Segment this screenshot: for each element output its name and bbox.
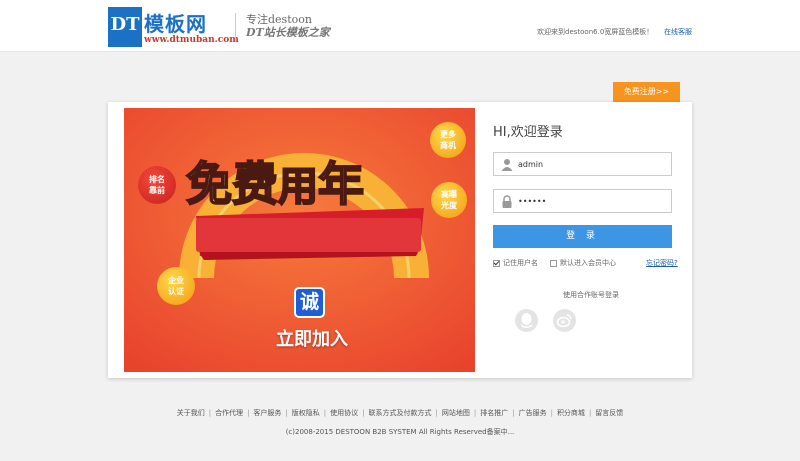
member-center-option[interactable]: 默认进入会员中心	[550, 258, 616, 268]
qq-icon	[521, 313, 532, 328]
bubble-more-business-line-1: 更多	[440, 130, 456, 139]
slogan-line-1: 专注destoon	[246, 13, 312, 26]
weibo-login-button[interactable]	[553, 309, 576, 332]
footer-separator: |	[208, 409, 212, 417]
integrity-badge: 诚	[294, 287, 325, 318]
lock-icon	[502, 195, 512, 208]
forgot-password-link[interactable]: 忘记密码?	[646, 258, 678, 268]
footer-link-feedback[interactable]: 留言反馈	[595, 409, 623, 417]
logo-name: 模板网	[144, 12, 207, 36]
partner-login-title: 使用合作账号登录	[563, 291, 619, 299]
qq-login-button[interactable]	[515, 309, 538, 332]
join-now-text: 立即加入	[276, 329, 348, 350]
remember-username-label: 记住用户名	[503, 259, 538, 267]
footer-link-about[interactable]: 关于我们	[177, 409, 205, 417]
headline-part-3: 年	[317, 156, 365, 212]
bubble-certification: 企业 认证	[157, 267, 195, 305]
register-button[interactable]: 免费注册>>	[613, 82, 680, 102]
footer-separator: |	[512, 409, 515, 417]
user-icon	[501, 159, 513, 171]
footer-separator: |	[550, 409, 553, 417]
bubble-exposure: 高曝 光度	[431, 182, 467, 218]
footer-link-ads[interactable]: 广告服务	[519, 409, 547, 417]
password-field[interactable]	[493, 189, 672, 213]
bubble-ranking-line-2: 靠前	[149, 186, 165, 195]
footer-separator: |	[247, 409, 250, 417]
headline-part-2: 用	[277, 163, 319, 211]
member-center-checkbox[interactable]	[550, 259, 557, 267]
username-field[interactable]	[493, 152, 672, 176]
footer-link-service[interactable]: 客户服务	[253, 409, 281, 417]
footer-separator: |	[588, 409, 592, 417]
slogan-line-2: DT站长模板之家	[246, 26, 330, 39]
footer-link-points-mall[interactable]: 积分商城	[557, 409, 585, 417]
login-options: 记住用户名 默认进入会员中心 忘记密码?	[493, 258, 678, 270]
remember-username-option[interactable]: 记住用户名	[493, 258, 538, 268]
footer-link-ranking[interactable]: 排名推广	[480, 409, 508, 417]
login-button[interactable]: 登 录	[493, 225, 672, 248]
headline: 免费用年	[185, 148, 365, 214]
bubble-certification-line-2: 认证	[168, 287, 184, 296]
footer-link-agreement[interactable]: 使用协议	[330, 409, 358, 417]
login-panel: HI,欢迎登录 登 录 记住用户名 默认进入会员中心	[493, 102, 692, 378]
footer-separator: |	[362, 409, 365, 417]
copyright: (c)2008-2015 DESTOON B2B SYSTEM All Righ…	[285, 428, 515, 436]
username-input[interactable]	[518, 156, 668, 172]
online-service-link[interactable]: 在线客服	[664, 27, 692, 37]
member-center-label: 默认进入会员中心	[560, 259, 616, 267]
bubble-certification-line-1: 企业	[168, 276, 184, 285]
bubble-more-business: 更多 商机	[430, 122, 466, 158]
promo-banner[interactable]: 免费用年 更多 商机 排名 靠前 高曝 光度 企业 认证 诚 立即加入	[124, 108, 475, 372]
footer-link-contact[interactable]: 联系方式及付款方式	[369, 409, 432, 417]
header: DT 模板网 www.dtmuban.com 专注destoon DT站长模板之…	[0, 0, 800, 52]
login-title: HI,欢迎登录	[493, 125, 563, 140]
bubble-ranking: 排名 靠前	[138, 166, 176, 204]
footer-separator: |	[323, 409, 327, 417]
weibo-icon	[556, 314, 572, 328]
bubble-exposure-line-1: 高曝	[441, 190, 457, 199]
headline-part-1: 免费	[185, 156, 279, 212]
footer-links: 关于我们 | 合作代理 | 客户服务 | 版权隐私 | 使用协议 | 联系方式及付款方式 | 网站地图 |…	[0, 408, 800, 418]
footer-link-privacy[interactable]: 版权隐私	[292, 409, 320, 417]
footer-link-sitemap[interactable]: 网站地图	[442, 409, 470, 417]
remember-username-checkbox[interactable]	[493, 259, 500, 267]
footer-separator: |	[473, 409, 477, 417]
footer-separator: |	[285, 409, 288, 417]
footer-separator: |	[435, 409, 438, 417]
bubble-exposure-line-2: 光度	[441, 201, 457, 210]
welcome-text: 欢迎来到destoon6.0宽屏蓝色模板！	[537, 28, 654, 36]
logo-mark: DT	[108, 7, 142, 47]
footer-link-agency[interactable]: 合作代理	[215, 409, 243, 417]
password-input[interactable]	[518, 193, 668, 209]
logo-url: www.dtmuban.com	[144, 35, 239, 45]
slogan: 专注destoon DT站长模板之家	[235, 13, 330, 41]
bubble-more-business-line-2: 商机	[440, 141, 456, 150]
bubble-ranking-line-1: 排名	[149, 175, 165, 184]
login-card: 免费用年 更多 商机 排名 靠前 高曝 光度 企业 认证 诚 立即加入 HI,欢…	[108, 102, 692, 378]
